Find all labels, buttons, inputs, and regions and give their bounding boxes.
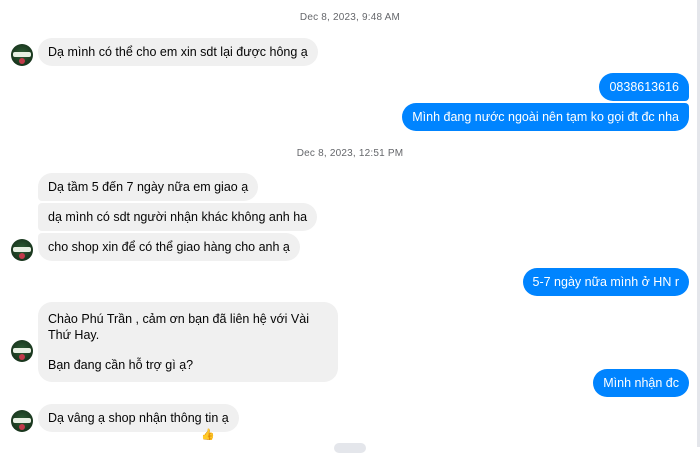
incoming-message[interactable]: cho shop xin để có thể giao hàng cho anh…	[38, 233, 300, 261]
shop-avatar-icon[interactable]	[11, 239, 33, 261]
chat-thread[interactable]: Dec 8, 2023, 9:48 AM Dạ mình có thể cho …	[0, 0, 700, 453]
incoming-message[interactable]: Dạ mình có thể cho em xin sdt lại được h…	[38, 38, 318, 66]
timestamp-separator: Dec 8, 2023, 12:51 PM	[296, 148, 404, 159]
outgoing-message[interactable]: 0838613616	[599, 73, 689, 101]
incoming-message[interactable]: dạ mình có sdt người nhận khác không anh…	[38, 203, 318, 231]
shop-avatar-icon[interactable]	[11, 340, 33, 362]
message-line: Chào Phú Trần , cảm ơn bạn đã liên hệ vớ…	[48, 312, 309, 342]
incoming-message[interactable]: Dạ tầm 5 đến 7 ngày nữa em giao ạ	[38, 173, 259, 201]
outgoing-message[interactable]: Mình đang nước ngoài nên tạm ko gọi đt đ…	[402, 103, 689, 131]
incoming-message[interactable]: Chào Phú Trần , cảm ơn bạn đã liên hệ vớ…	[38, 302, 338, 382]
scroll-indicator[interactable]	[334, 443, 366, 453]
shop-avatar-icon[interactable]	[11, 44, 33, 66]
outgoing-message[interactable]: 5-7 ngày nữa mình ở HN r	[522, 268, 689, 296]
thumbs-up-icon[interactable]: 👍	[201, 428, 215, 442]
timestamp-separator: Dec 8, 2023, 9:48 AM	[299, 12, 401, 23]
shop-avatar-icon[interactable]	[11, 410, 33, 432]
outgoing-message[interactable]: Mình nhận đc	[593, 369, 689, 397]
message-line: Bạn đang cần hỗ trợ gì ạ?	[48, 358, 194, 372]
